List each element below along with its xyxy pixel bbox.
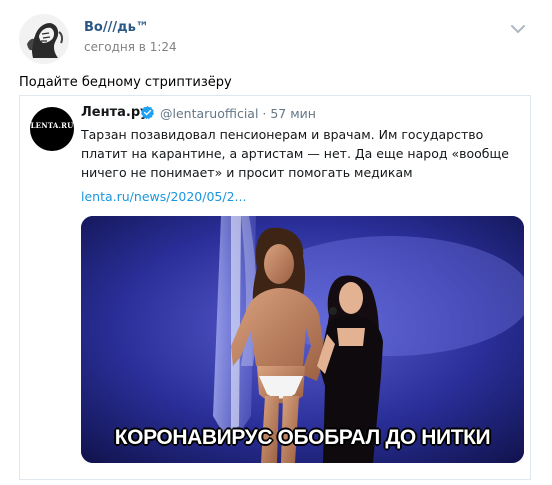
verified-badge-icon — [140, 105, 155, 120]
tweet-body-text: Тарзан позавидовал пенсионерам и врачам.… — [81, 127, 509, 180]
post-author-name[interactable]: Во///дь™ — [84, 20, 149, 35]
tweet-link[interactable]: lenta.ru/news/2020/05/2... — [81, 189, 246, 204]
tweet-photo-caption: КОРОНАВИРУС ОБОБРАЛ ДО НИТКИ — [114, 426, 491, 449]
chevron-down-icon[interactable] — [511, 24, 525, 34]
post-text: Подайте бедному стриптизёру — [19, 75, 232, 90]
tweet-author-name[interactable]: Лента.ру — [81, 105, 149, 120]
tweet-photo[interactable]: КОРОНАВИРУС ОБОБРАЛ ДО НИТКИ — [81, 216, 524, 463]
embedded-tweet[interactable]: LENTA.RU Лента.ру @lentaruofficial · 57 … — [19, 95, 531, 480]
tweet-avatar[interactable]: LENTA.RU — [30, 107, 74, 151]
wall-post: Во///дь™ сегодня в 1:24 Подайте бедному … — [0, 0, 552, 485]
author-avatar[interactable] — [19, 14, 69, 64]
tweet-avatar-logo: LENTA.RU — [30, 121, 74, 130]
post-timestamp[interactable]: сегодня в 1:24 — [84, 40, 177, 54]
tweet-handle-and-time[interactable]: @lentaruofficial · 57 мин — [160, 106, 316, 121]
author-avatar-image — [19, 14, 69, 64]
